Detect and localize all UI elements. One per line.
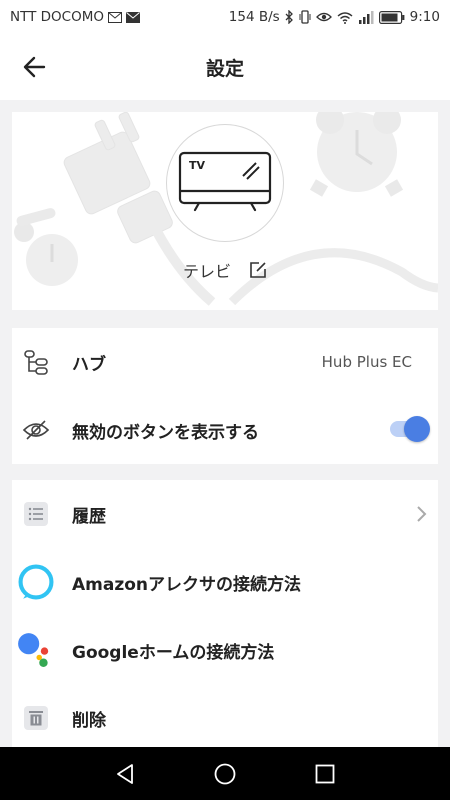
mail-icon	[108, 11, 122, 23]
nav-home-icon[interactable]	[213, 762, 237, 786]
message-icon	[126, 11, 140, 23]
bluetooth-icon	[285, 10, 293, 24]
network-speed: 154 B/s	[228, 9, 280, 25]
carrier-label: NTT DOCOMO	[10, 9, 104, 25]
tv-icon: TV	[178, 151, 272, 212]
app-bar: 設定	[0, 34, 450, 100]
show-disabled-toggle[interactable]	[390, 416, 430, 442]
wifi-icon	[337, 11, 353, 24]
google-label: Googleホームの接続方法	[72, 642, 275, 663]
device-name: テレビ	[182, 262, 231, 281]
eye-off-icon	[22, 420, 50, 440]
chevron-right-icon	[417, 506, 427, 522]
status-bar: NTT DOCOMO 154 B/s 9:10	[0, 0, 450, 34]
nav-back-icon[interactable]	[113, 762, 137, 786]
list-icon	[24, 502, 48, 526]
delete-label: 削除	[72, 710, 106, 731]
device-icon-circle: TV	[166, 124, 284, 242]
show-disabled-row: 無効のボタンを表示する	[12, 396, 438, 464]
google-assistant-icon	[18, 633, 49, 667]
show-disabled-label: 無効のボタンを表示する	[72, 422, 259, 443]
google-row[interactable]: Googleホームの接続方法	[12, 616, 438, 684]
signal-icon	[358, 10, 374, 24]
menu-card: 履歴 Amazonアレクサの接続方法 Googleホームの接続方法 削除	[12, 480, 438, 748]
alexa-label: Amazonアレクサの接続方法	[72, 574, 302, 595]
battery-icon	[378, 10, 405, 24]
vibrate-icon	[299, 10, 311, 24]
settings-card: ハブ Hub Plus EC 無効のボタンを表示する	[12, 328, 438, 464]
alexa-row[interactable]: Amazonアレクサの接続方法	[12, 548, 438, 616]
alexa-icon	[18, 564, 54, 600]
trash-icon	[24, 706, 48, 730]
edit-icon[interactable]	[249, 261, 267, 279]
eye-comfort-icon	[315, 12, 332, 22]
delete-row[interactable]: 削除	[12, 684, 438, 752]
tv-icon-label: TV	[189, 159, 206, 172]
device-card: TV テレビ	[12, 112, 438, 310]
hub-row[interactable]: ハブ Hub Plus EC	[12, 328, 438, 396]
toggle-knob	[404, 416, 430, 442]
history-row[interactable]: 履歴	[12, 480, 438, 548]
hub-tree-icon	[24, 350, 48, 375]
nav-recents-icon[interactable]	[313, 762, 337, 786]
clock: 9:10	[409, 9, 440, 25]
system-nav-bar	[0, 747, 450, 800]
hub-label: ハブ	[72, 354, 106, 375]
hub-value: Hub Plus EC	[321, 353, 412, 371]
page-title: 設定	[205, 58, 244, 80]
history-label: 履歴	[72, 506, 106, 527]
